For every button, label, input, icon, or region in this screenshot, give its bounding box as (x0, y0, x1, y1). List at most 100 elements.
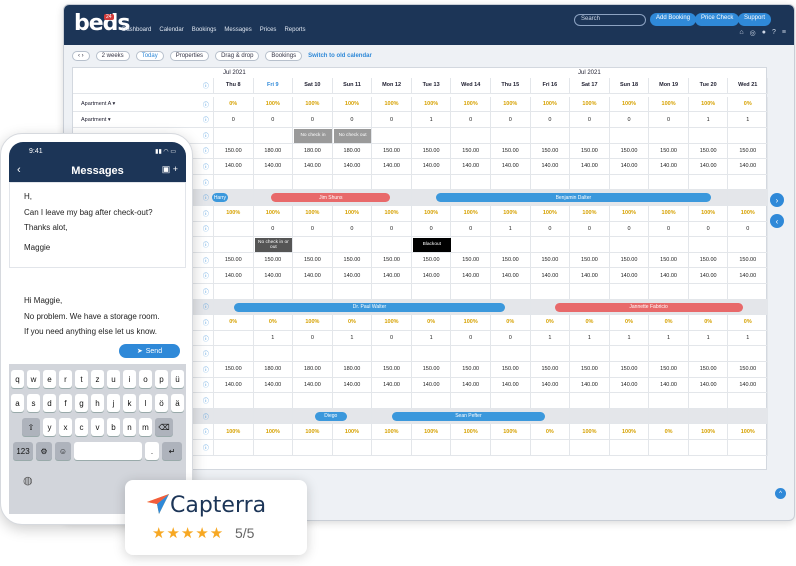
emoji-icon[interactable]: ☺ (55, 442, 71, 460)
booking-bar[interactable]: Diego (314, 411, 347, 421)
next-arrow-icon[interactable]: › (770, 193, 784, 207)
key-ü[interactable]: ü (171, 370, 184, 388)
grid-cell[interactable]: 0% (649, 315, 689, 330)
grid-cell[interactable]: 0 (293, 221, 333, 237)
backspace-icon[interactable]: ⌫ (155, 418, 173, 436)
grid-cell[interactable]: Mon 19 (649, 78, 689, 93)
search-input[interactable]: Search (574, 14, 646, 26)
grid-cell[interactable] (214, 221, 254, 237)
booking-bar[interactable]: Dr. Paul Walter (233, 302, 506, 312)
info-icon[interactable]: ⓘ (203, 287, 209, 296)
grid-cell[interactable]: 0 (333, 221, 373, 237)
grid-cell[interactable]: 140.00 (412, 268, 452, 283)
shift-icon[interactable]: ⇧ (22, 418, 40, 436)
grid-cell[interactable]: 100% (689, 205, 729, 221)
grid-cell[interactable] (451, 439, 491, 455)
info-icon[interactable]: ⓘ (203, 427, 209, 436)
grid-cell[interactable]: Fri 16 (531, 78, 571, 93)
grid-cell[interactable]: 150.00 (570, 361, 610, 377)
grid-cell[interactable]: 1 (649, 330, 689, 346)
grid-cell[interactable]: 0 (372, 330, 412, 346)
grid-cell[interactable] (531, 393, 571, 408)
grid-cell[interactable] (649, 408, 689, 424)
numbers-key[interactable]: 123 (13, 442, 33, 460)
grid-cell[interactable]: 140.00 (412, 377, 452, 393)
grid-cell[interactable] (649, 346, 689, 361)
grid-cell[interactable]: 100% (689, 96, 729, 112)
grid-cell[interactable]: 0 (570, 112, 610, 127)
info-icon[interactable]: ⓘ (203, 412, 209, 421)
grid-cell[interactable]: 100% (689, 424, 729, 439)
info-icon[interactable]: ⓘ (203, 380, 209, 389)
info-icon[interactable]: ⓘ (203, 81, 209, 90)
info-icon[interactable]: ⓘ (203, 365, 209, 374)
grid-cell[interactable]: 0 (570, 221, 610, 237)
grid-cell[interactable]: Wed 14 (451, 78, 491, 93)
grid-cell[interactable]: 100% (293, 205, 333, 221)
grid-cell[interactable]: Thu 15 (491, 78, 531, 93)
grid-cell[interactable] (254, 408, 294, 424)
nav-messages[interactable]: Messages (224, 27, 251, 33)
grid-cell[interactable]: 140.00 (531, 377, 571, 393)
grid-cell[interactable] (293, 439, 333, 455)
key-e[interactable]: e (43, 370, 56, 388)
grid-cell[interactable]: 100% (333, 205, 373, 221)
grid-cell[interactable] (372, 237, 412, 252)
grid-cell[interactable]: 100% (610, 96, 650, 112)
grid-cell[interactable]: 100% (293, 96, 333, 112)
grid-cell[interactable]: Sat 17 (570, 78, 610, 93)
booking-bar[interactable]: Benjamin Dalter (435, 193, 711, 203)
grid-cell[interactable]: 140.00 (372, 377, 412, 393)
grid-cell[interactable]: 150.00 (570, 143, 610, 159)
grid-cell[interactable]: 100% (728, 424, 769, 439)
grid-cell[interactable]: 100% (451, 315, 491, 330)
grid-cell[interactable]: 140.00 (214, 268, 254, 283)
grid-cell[interactable]: 150.00 (451, 361, 491, 377)
grid-cell[interactable] (728, 237, 769, 252)
grid-cell[interactable]: 100% (570, 96, 610, 112)
grid-cell[interactable]: 0% (214, 96, 254, 112)
grid-cell[interactable] (254, 439, 294, 455)
grid-cell[interactable]: 0% (491, 315, 531, 330)
grid-cell[interactable] (570, 127, 610, 143)
key-x[interactable]: x (59, 418, 72, 436)
no-check-out-block[interactable]: No check out (333, 128, 372, 143)
grid-cell[interactable]: 180.00 (293, 361, 333, 377)
grid-cell[interactable]: 0 (254, 112, 294, 127)
grid-cell[interactable]: 140.00 (689, 377, 729, 393)
grid-cell[interactable] (728, 393, 769, 408)
grid-cell[interactable] (412, 393, 452, 408)
grid-cell[interactable] (491, 393, 531, 408)
grid-cell[interactable] (531, 127, 571, 143)
grid-cell[interactable]: 0 (451, 330, 491, 346)
key-q[interactable]: q (11, 370, 24, 388)
grid-cell[interactable]: 0 (451, 112, 491, 127)
row-label[interactable]: Apartment ▾ ⓘ (73, 112, 214, 127)
info-icon[interactable]: ⓘ (203, 349, 209, 358)
info-icon[interactable]: ⓘ (203, 224, 209, 233)
grid-cell[interactable] (254, 283, 294, 299)
grid-cell[interactable]: 100% (254, 96, 294, 112)
grid-cell[interactable]: 1 (531, 330, 571, 346)
grid-cell[interactable]: 150.00 (214, 252, 254, 268)
grid-cell[interactable]: 140.00 (293, 377, 333, 393)
grid-cell[interactable] (214, 174, 254, 190)
info-icon[interactable]: ⓘ (203, 209, 209, 218)
grid-cell[interactable]: 180.00 (333, 361, 373, 377)
grid-cell[interactable]: 150.00 (412, 143, 452, 159)
grid-cell[interactable] (610, 127, 650, 143)
grid-cell[interactable]: 150.00 (333, 252, 373, 268)
grid-cell[interactable] (491, 346, 531, 361)
properties-select[interactable]: Properties (169, 51, 210, 61)
grid-cell[interactable]: 140.00 (649, 268, 689, 283)
grid-cell[interactable] (214, 408, 254, 424)
grid-cell[interactable]: 100% (293, 315, 333, 330)
grid-cell[interactable]: 0 (649, 221, 689, 237)
grid-cell[interactable] (728, 190, 769, 205)
grid-cell[interactable]: 100% (254, 205, 294, 221)
booking-bar[interactable]: Harry (212, 193, 228, 203)
grid-cell[interactable]: 100% (372, 424, 412, 439)
grid-cell[interactable]: 1 (254, 330, 294, 346)
key-s[interactable]: s (27, 394, 40, 412)
grid-cell[interactable]: 140.00 (451, 159, 491, 174)
